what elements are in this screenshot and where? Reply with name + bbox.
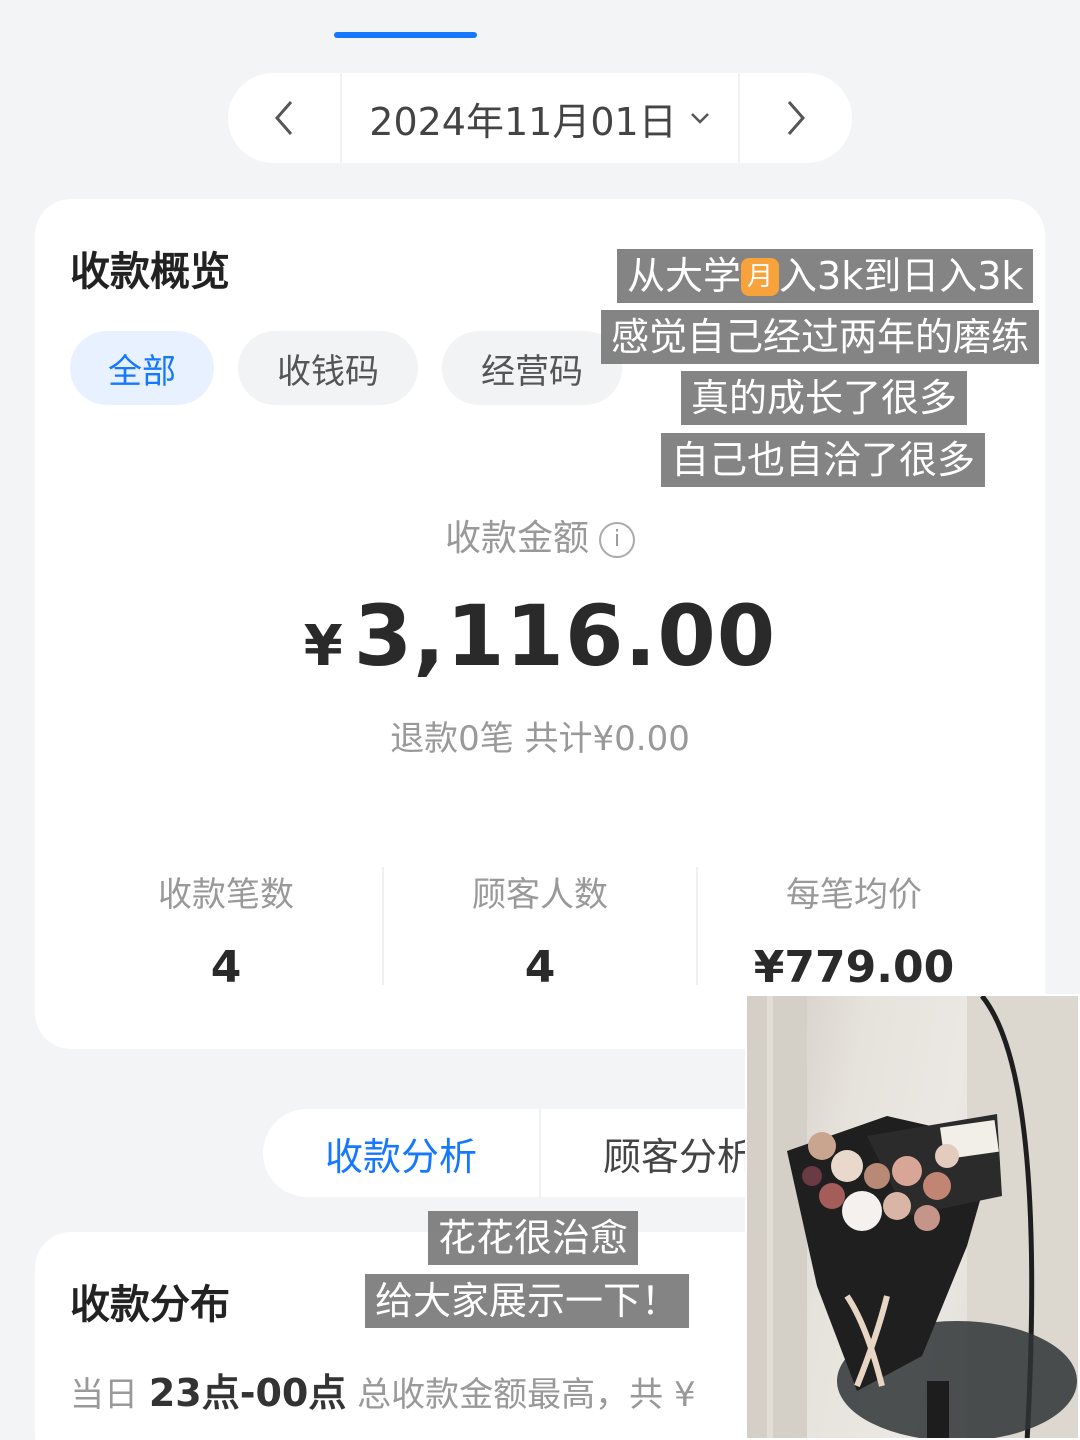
chip-payment-code[interactable]: 收钱码 xyxy=(238,331,418,405)
amount-value: 3,116.00 xyxy=(353,587,777,685)
info-icon[interactable]: i xyxy=(599,522,635,558)
stat-value: 4 xyxy=(524,942,556,993)
chip-business-code[interactable]: 经营码 xyxy=(442,331,622,405)
date-navigator: 2024年11月01日 xyxy=(228,73,852,163)
chevron-down-icon xyxy=(690,113,709,124)
caption-text: 从大学 xyxy=(627,254,742,298)
distribution-suffix: 总收款金额最高，共 xyxy=(357,1375,664,1415)
stat-value: 4 xyxy=(210,942,242,993)
stat-value: ¥779.00 xyxy=(753,942,955,993)
refund-summary: 退款0笔 共计¥0.00 xyxy=(390,719,690,759)
source-filter-chips: 全部 收钱码 经营码 xyxy=(70,331,622,405)
total-amount: ¥3,116.00 xyxy=(35,587,1045,685)
caption-line-3: 真的成长了很多 xyxy=(681,371,968,425)
distribution-prefix: 当日 xyxy=(70,1375,138,1415)
caption-line-6: 给大家展示一下！ xyxy=(365,1274,690,1328)
date-label: 2024年11月01日 xyxy=(369,99,677,144)
chip-all[interactable]: 全部 xyxy=(70,331,214,405)
caption-text: 入3k到日入3k xyxy=(779,254,1024,298)
tab-indicator xyxy=(334,32,477,38)
month-emoji-icon: 月 xyxy=(741,258,780,296)
date-picker[interactable]: 2024年11月01日 xyxy=(342,91,738,146)
caption-line-5: 花花很治愈 xyxy=(428,1211,639,1265)
amount-label-row: 收款金额 i xyxy=(35,509,1045,561)
caption-line-2: 感觉自己经过两年的磨练 xyxy=(601,310,1040,364)
stat-label: 每笔均价 xyxy=(786,875,922,915)
stat-label: 顾客人数 xyxy=(472,875,608,915)
distribution-trailing: ¥ xyxy=(673,1375,696,1415)
bouquet-photo xyxy=(745,994,1080,1440)
distribution-title: 收款分布 xyxy=(70,1282,230,1328)
stat-label: 收款笔数 xyxy=(158,875,294,915)
stats-row: 收款笔数 4 顾客人数 4 每笔均价 ¥779.00 xyxy=(70,867,1010,993)
chevron-left-icon xyxy=(275,101,293,135)
stat-average-price: 每笔均价 ¥779.00 xyxy=(698,867,1010,993)
prev-day-button[interactable] xyxy=(228,73,340,163)
stat-payment-count: 收款笔数 4 xyxy=(70,867,382,993)
caption-line-1: 从大学月入3k到日入3k xyxy=(617,249,1034,303)
analysis-tabs: 收款分析 顾客分析 xyxy=(263,1109,823,1197)
tab-payment-analysis[interactable]: 收款分析 xyxy=(263,1126,539,1181)
amount-label: 收款金额 xyxy=(444,518,589,559)
chevron-right-icon xyxy=(787,101,805,135)
overview-title: 收款概览 xyxy=(70,249,230,295)
currency-symbol: ¥ xyxy=(303,614,344,679)
stat-customer-count: 顾客人数 4 xyxy=(384,867,696,993)
bouquet-illustration xyxy=(747,996,1078,1438)
caption-line-4: 自己也自洽了很多 xyxy=(661,433,986,487)
next-day-button[interactable] xyxy=(740,73,852,163)
distribution-time-range: 23点-00点 xyxy=(148,1371,347,1415)
distribution-summary: 当日 23点-00点 总收款金额最高，共 ¥ xyxy=(70,1362,696,1417)
